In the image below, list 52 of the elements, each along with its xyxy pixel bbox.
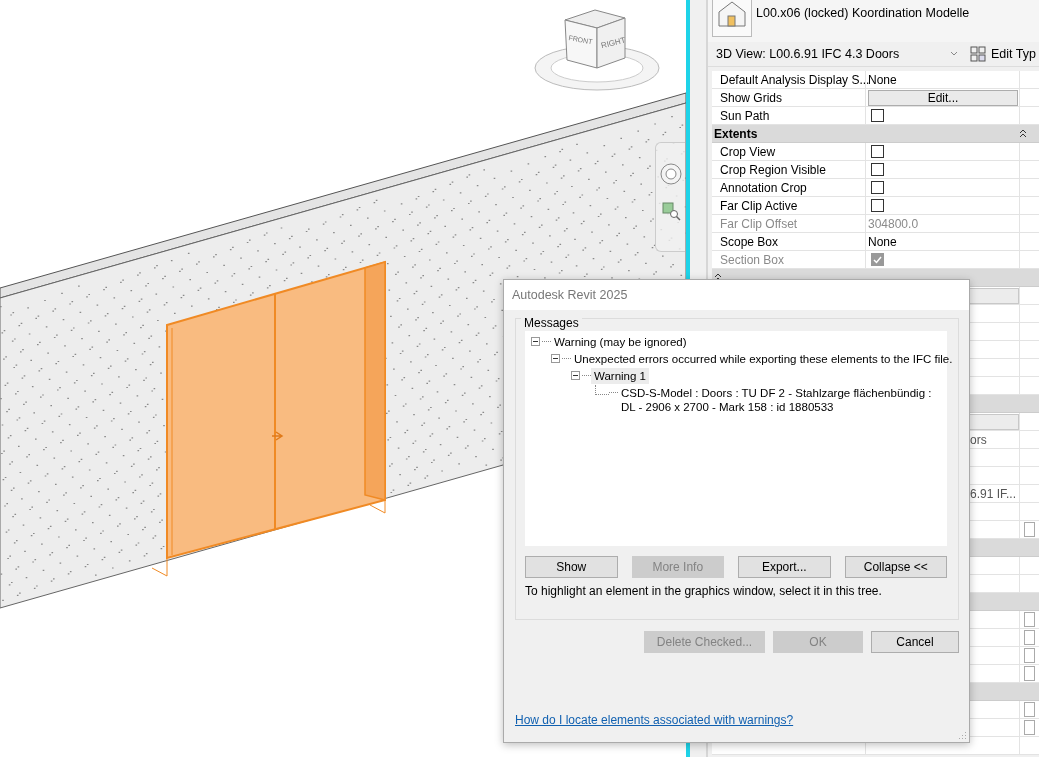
checkbox[interactable]: [1024, 522, 1035, 537]
zoom-icon[interactable]: [660, 201, 681, 221]
view-name: L00.x06 (locked) Koordination Modelle: [756, 6, 970, 20]
type-thumbnail[interactable]: [712, 0, 752, 37]
checkbox[interactable]: [871, 145, 884, 158]
property-value: 6.91 IF...: [969, 486, 1017, 501]
property-label: Scope Box: [720, 234, 779, 249]
property-label: Show Grids: [720, 90, 783, 105]
collapse-chevron-icon[interactable]: [1019, 129, 1027, 138]
edit-type-icon: [970, 46, 986, 62]
property-label: Crop View: [720, 144, 776, 159]
steering-wheel-icon[interactable]: [659, 163, 682, 185]
cube-face-label: RIGHT: [600, 35, 627, 51]
checkbox[interactable]: [1024, 702, 1035, 717]
checkbox[interactable]: [871, 163, 884, 176]
dialog-button[interactable]: Export...: [738, 556, 831, 578]
checkbox[interactable]: [1024, 612, 1035, 627]
checkbox[interactable]: [871, 109, 884, 122]
property-label: Sun Path: [720, 108, 770, 123]
group-label: Messages: [521, 316, 582, 330]
collapse-icon[interactable]: [571, 368, 582, 382]
property-label: Default Analysis Display S...: [720, 72, 870, 87]
tree-item[interactable]: Warning 1: [591, 368, 649, 384]
property-label: Crop Region Visible: [720, 162, 826, 177]
property-value: None: [868, 234, 897, 249]
edit-type-button[interactable]: Edit Typ: [966, 46, 1036, 62]
dialog-button[interactable]: Cancel: [871, 631, 959, 653]
property-label: Section Box: [720, 252, 785, 267]
chevron-down-icon: [950, 51, 958, 57]
dialog-button[interactable]: Show: [525, 556, 618, 578]
section-header[interactable]: Extents: [712, 125, 1039, 143]
property-label: Far Clip Active: [720, 198, 798, 213]
checkbox[interactable]: [1024, 720, 1035, 735]
collapse-icon[interactable]: [531, 334, 542, 348]
collapse-icon[interactable]: [551, 351, 562, 365]
type-selector[interactable]: 3D View: L00.6.91 IFC 4.3 Doors: [708, 43, 966, 65]
checkbox[interactable]: [871, 199, 884, 212]
property-value: 304800.0: [868, 216, 919, 231]
checkbox[interactable]: [1024, 630, 1035, 645]
house-icon: [715, 0, 749, 28]
checkbox[interactable]: [871, 181, 884, 194]
property-value: ors: [969, 432, 987, 447]
edit-button[interactable]: Edit...: [868, 89, 1018, 106]
resize-grip-icon[interactable]: [957, 730, 967, 740]
property-label: Far Clip Offset: [720, 216, 798, 231]
dialog-title: Autodesk Revit 2025: [504, 280, 969, 310]
property-value: None: [868, 72, 897, 87]
checkbox[interactable]: [1024, 648, 1035, 663]
view-cube-drawing[interactable]: [564, 9, 626, 69]
checkbox[interactable]: [1024, 666, 1035, 681]
property-label: Annotation Crop: [720, 180, 807, 195]
dialog-button[interactable]: Collapse <<: [844, 556, 947, 578]
